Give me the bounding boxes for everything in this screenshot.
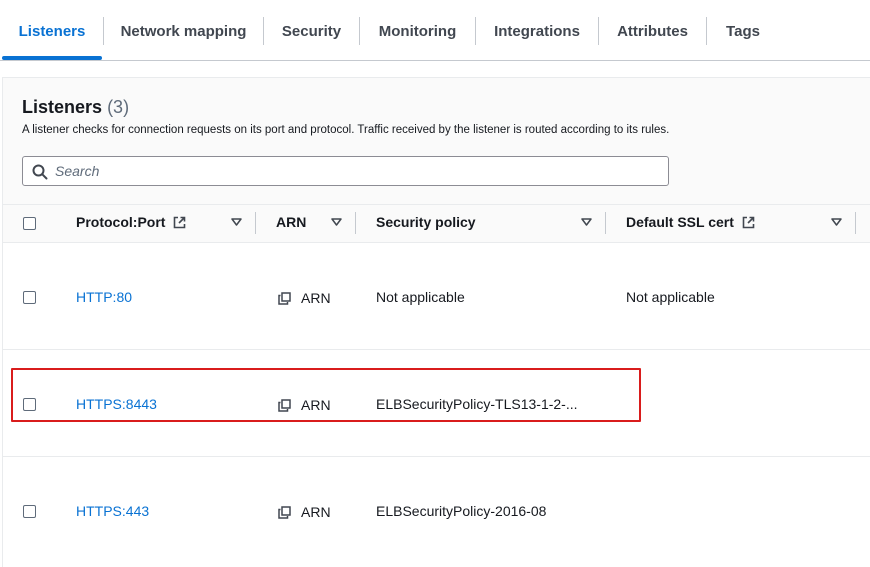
security-policy-value: ELBSecurityPolicy-2016-08: [376, 503, 547, 519]
default-ssl-cert-value: Not applicable: [626, 289, 715, 305]
row-checkbox[interactable]: [23, 291, 36, 304]
arn-label: ARN: [301, 504, 331, 520]
row-divider: [3, 349, 870, 350]
highlight-box: [11, 368, 641, 422]
tab-monitoring[interactable]: Monitoring: [360, 0, 475, 60]
table-header-top-border: [3, 204, 870, 205]
tab-integrations[interactable]: Integrations: [476, 0, 598, 60]
column-header-label: Protocol:Port: [76, 214, 166, 230]
column-header-label: ARN: [276, 214, 307, 230]
sort-caret-icon[interactable]: [831, 218, 842, 226]
copy-icon[interactable]: [278, 292, 291, 305]
tab-attributes[interactable]: Attributes: [599, 0, 706, 60]
column-header-arn[interactable]: ARN: [276, 214, 306, 230]
protocol-port-link[interactable]: HTTP:80: [76, 289, 132, 305]
active-tab-indicator: [2, 56, 102, 60]
tab-network-mapping[interactable]: Network mapping: [104, 0, 263, 60]
sort-caret-icon[interactable]: [231, 218, 242, 226]
column-header-protocol-port[interactable]: Protocol:Port: [76, 214, 186, 230]
sort-caret-icon[interactable]: [581, 218, 592, 226]
listener-count: (3): [107, 97, 130, 117]
protocol-port-link[interactable]: HTTPS:443: [76, 503, 149, 519]
table-header-bottom-border: [3, 242, 870, 243]
row-divider: [3, 456, 870, 457]
panel-description: A listener checks for connection request…: [22, 124, 670, 136]
sort-caret-icon[interactable]: [331, 218, 342, 226]
column-header-security-policy[interactable]: Security policy: [376, 214, 476, 230]
arn-label: ARN: [301, 290, 331, 306]
security-policy-value: Not applicable: [376, 289, 465, 305]
tab-bar: Listeners Network mapping Security Monit…: [0, 0, 870, 61]
column-header-default-ssl-cert[interactable]: Default SSL cert: [626, 214, 755, 230]
column-header-label: Default SSL cert: [626, 214, 734, 230]
column-divider[interactable]: [605, 212, 606, 234]
panel-title: Listeners (3): [22, 97, 129, 118]
row-checkbox[interactable]: [23, 505, 36, 518]
search-box: [22, 156, 669, 186]
panel-title-text: Listeners: [22, 97, 103, 117]
tab-security[interactable]: Security: [264, 0, 359, 60]
tab-listeners[interactable]: Listeners: [2, 0, 102, 60]
search-icon: [32, 164, 48, 180]
column-divider[interactable]: [255, 212, 256, 234]
tab-tags[interactable]: Tags: [707, 0, 779, 60]
search-input[interactable]: [55, 161, 655, 181]
copy-icon[interactable]: [278, 506, 291, 519]
column-header-label: Security policy: [376, 214, 476, 230]
select-all-checkbox[interactable]: [23, 217, 36, 230]
column-divider[interactable]: [855, 212, 856, 234]
external-link-icon: [174, 216, 186, 229]
external-link-icon: [742, 216, 755, 229]
column-divider[interactable]: [355, 212, 356, 234]
